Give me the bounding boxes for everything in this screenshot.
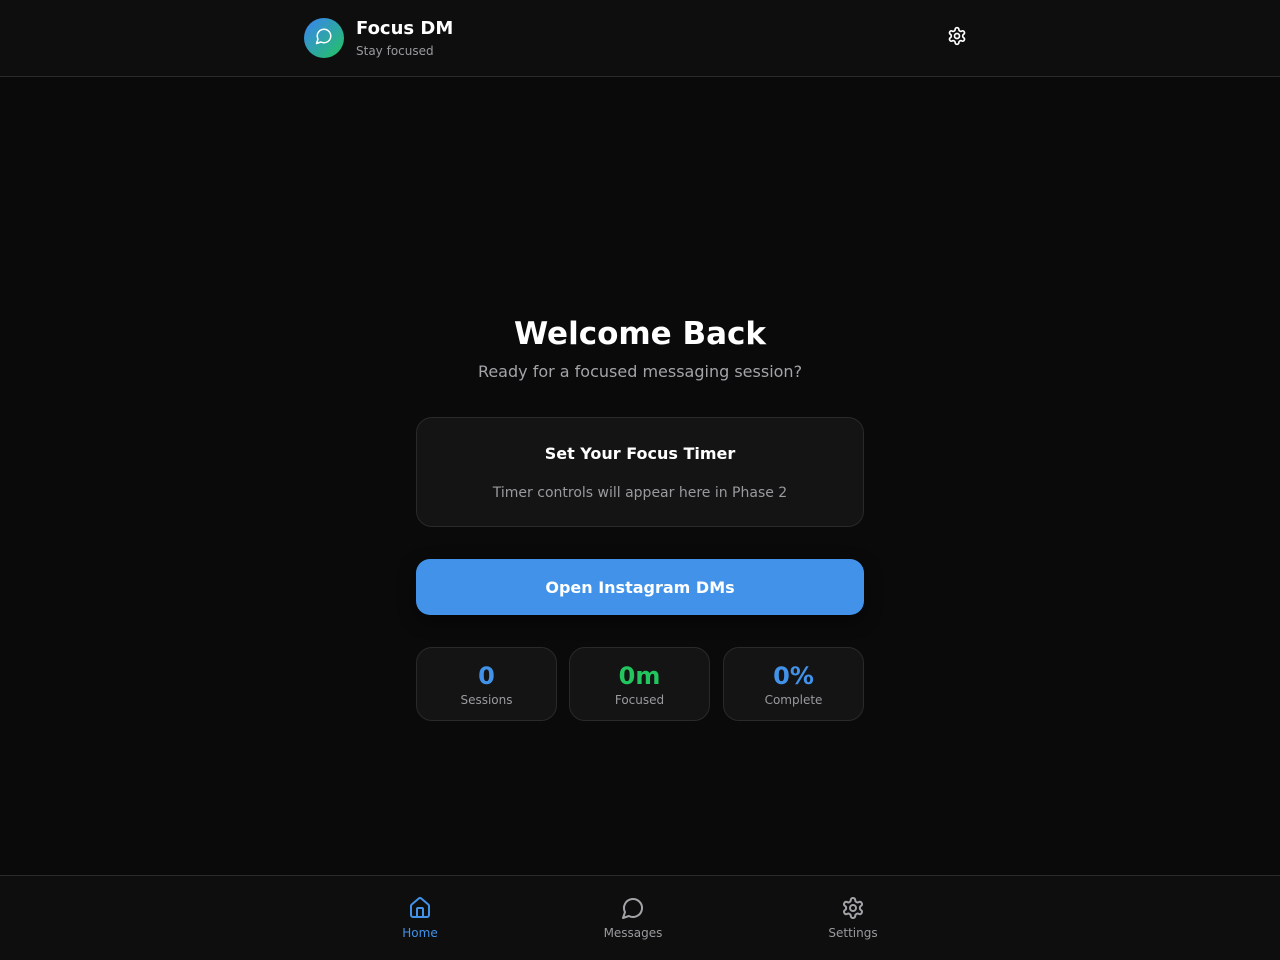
nav-label: Messages <box>603 926 663 940</box>
nav-item-settings[interactable]: Settings <box>803 894 903 944</box>
stat-card-sessions: 0 Sessions <box>416 647 557 721</box>
timer-card-title: Set Your Focus Timer <box>544 444 736 463</box>
stat-label: Complete <box>764 693 823 707</box>
app-title: Focus DM <box>356 18 454 39</box>
app-root: Focus DM Stay focused Welcome Back Ready… <box>0 0 1280 960</box>
app-logo <box>304 18 344 58</box>
stat-label: Sessions <box>460 693 513 707</box>
page-subtitle: Ready for a focused messaging session? <box>477 362 803 381</box>
top-bar: Focus DM Stay focused <box>0 0 1280 77</box>
main-content: Welcome Back Ready for a focused messagi… <box>0 77 1280 875</box>
stat-value: 0% <box>773 662 814 690</box>
nav-label: Home <box>402 926 438 940</box>
settings-button[interactable] <box>946 26 968 50</box>
gear-icon <box>841 896 865 920</box>
chat-bubble-icon <box>315 27 333 49</box>
timer-card-note: Timer controls will appear here in Phase… <box>492 485 788 501</box>
open-instagram-dms-button[interactable]: Open Instagram DMs <box>416 559 864 615</box>
chat-bubble-icon <box>621 896 645 920</box>
nav-item-messages[interactable]: Messages <box>583 894 683 944</box>
top-bar-content: Focus DM Stay focused <box>304 18 968 58</box>
nav-label: Settings <box>828 926 878 940</box>
brand: Focus DM Stay focused <box>356 18 453 59</box>
stat-value: 0m <box>618 662 661 690</box>
page-title: Welcome Back <box>513 316 767 352</box>
stat-card-focused: 0m Focused <box>569 647 710 721</box>
home-icon <box>408 896 432 920</box>
app-tagline: Stay focused <box>356 44 434 58</box>
nav-item-home[interactable]: Home <box>370 894 470 944</box>
bottom-nav: Home Messages Settings <box>0 875 1280 960</box>
stat-card-complete: 0% Complete <box>723 647 864 721</box>
stat-value: 0 <box>478 662 495 690</box>
stat-label: Focused <box>614 693 665 707</box>
gear-icon <box>947 26 967 50</box>
focus-timer-card: Set Your Focus Timer Timer controls will… <box>416 417 864 527</box>
